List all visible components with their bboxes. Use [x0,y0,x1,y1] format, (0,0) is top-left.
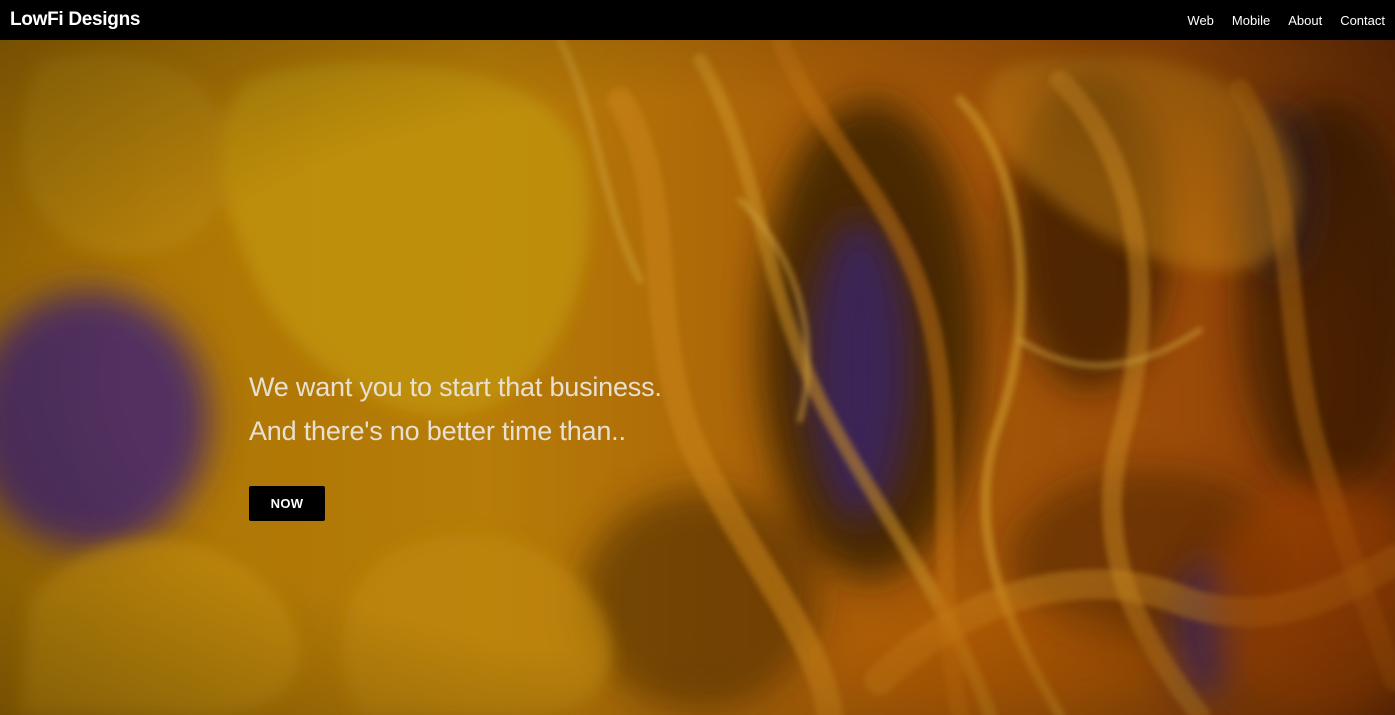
top-navbar: LowFi Designs Web Mobile About Contact [0,0,1395,40]
hero-headline-line-2: And there's no better time than.. [249,416,626,446]
nav-link-web[interactable]: Web [1187,13,1214,28]
nav-link-about[interactable]: About [1288,13,1322,28]
hero-content: We want you to start that business. And … [249,365,662,521]
nav-links: Web Mobile About Contact [1187,13,1385,28]
brand-logo-link[interactable]: LowFi Designs [10,9,140,31]
nav-link-contact[interactable]: Contact [1340,13,1385,28]
hero-section: We want you to start that business. And … [0,40,1395,715]
nav-link-mobile[interactable]: Mobile [1232,13,1270,28]
now-cta-button[interactable]: NOW [249,486,325,521]
hero-background-image [0,40,1395,715]
hero-headline-line-1: We want you to start that business. [249,372,662,402]
